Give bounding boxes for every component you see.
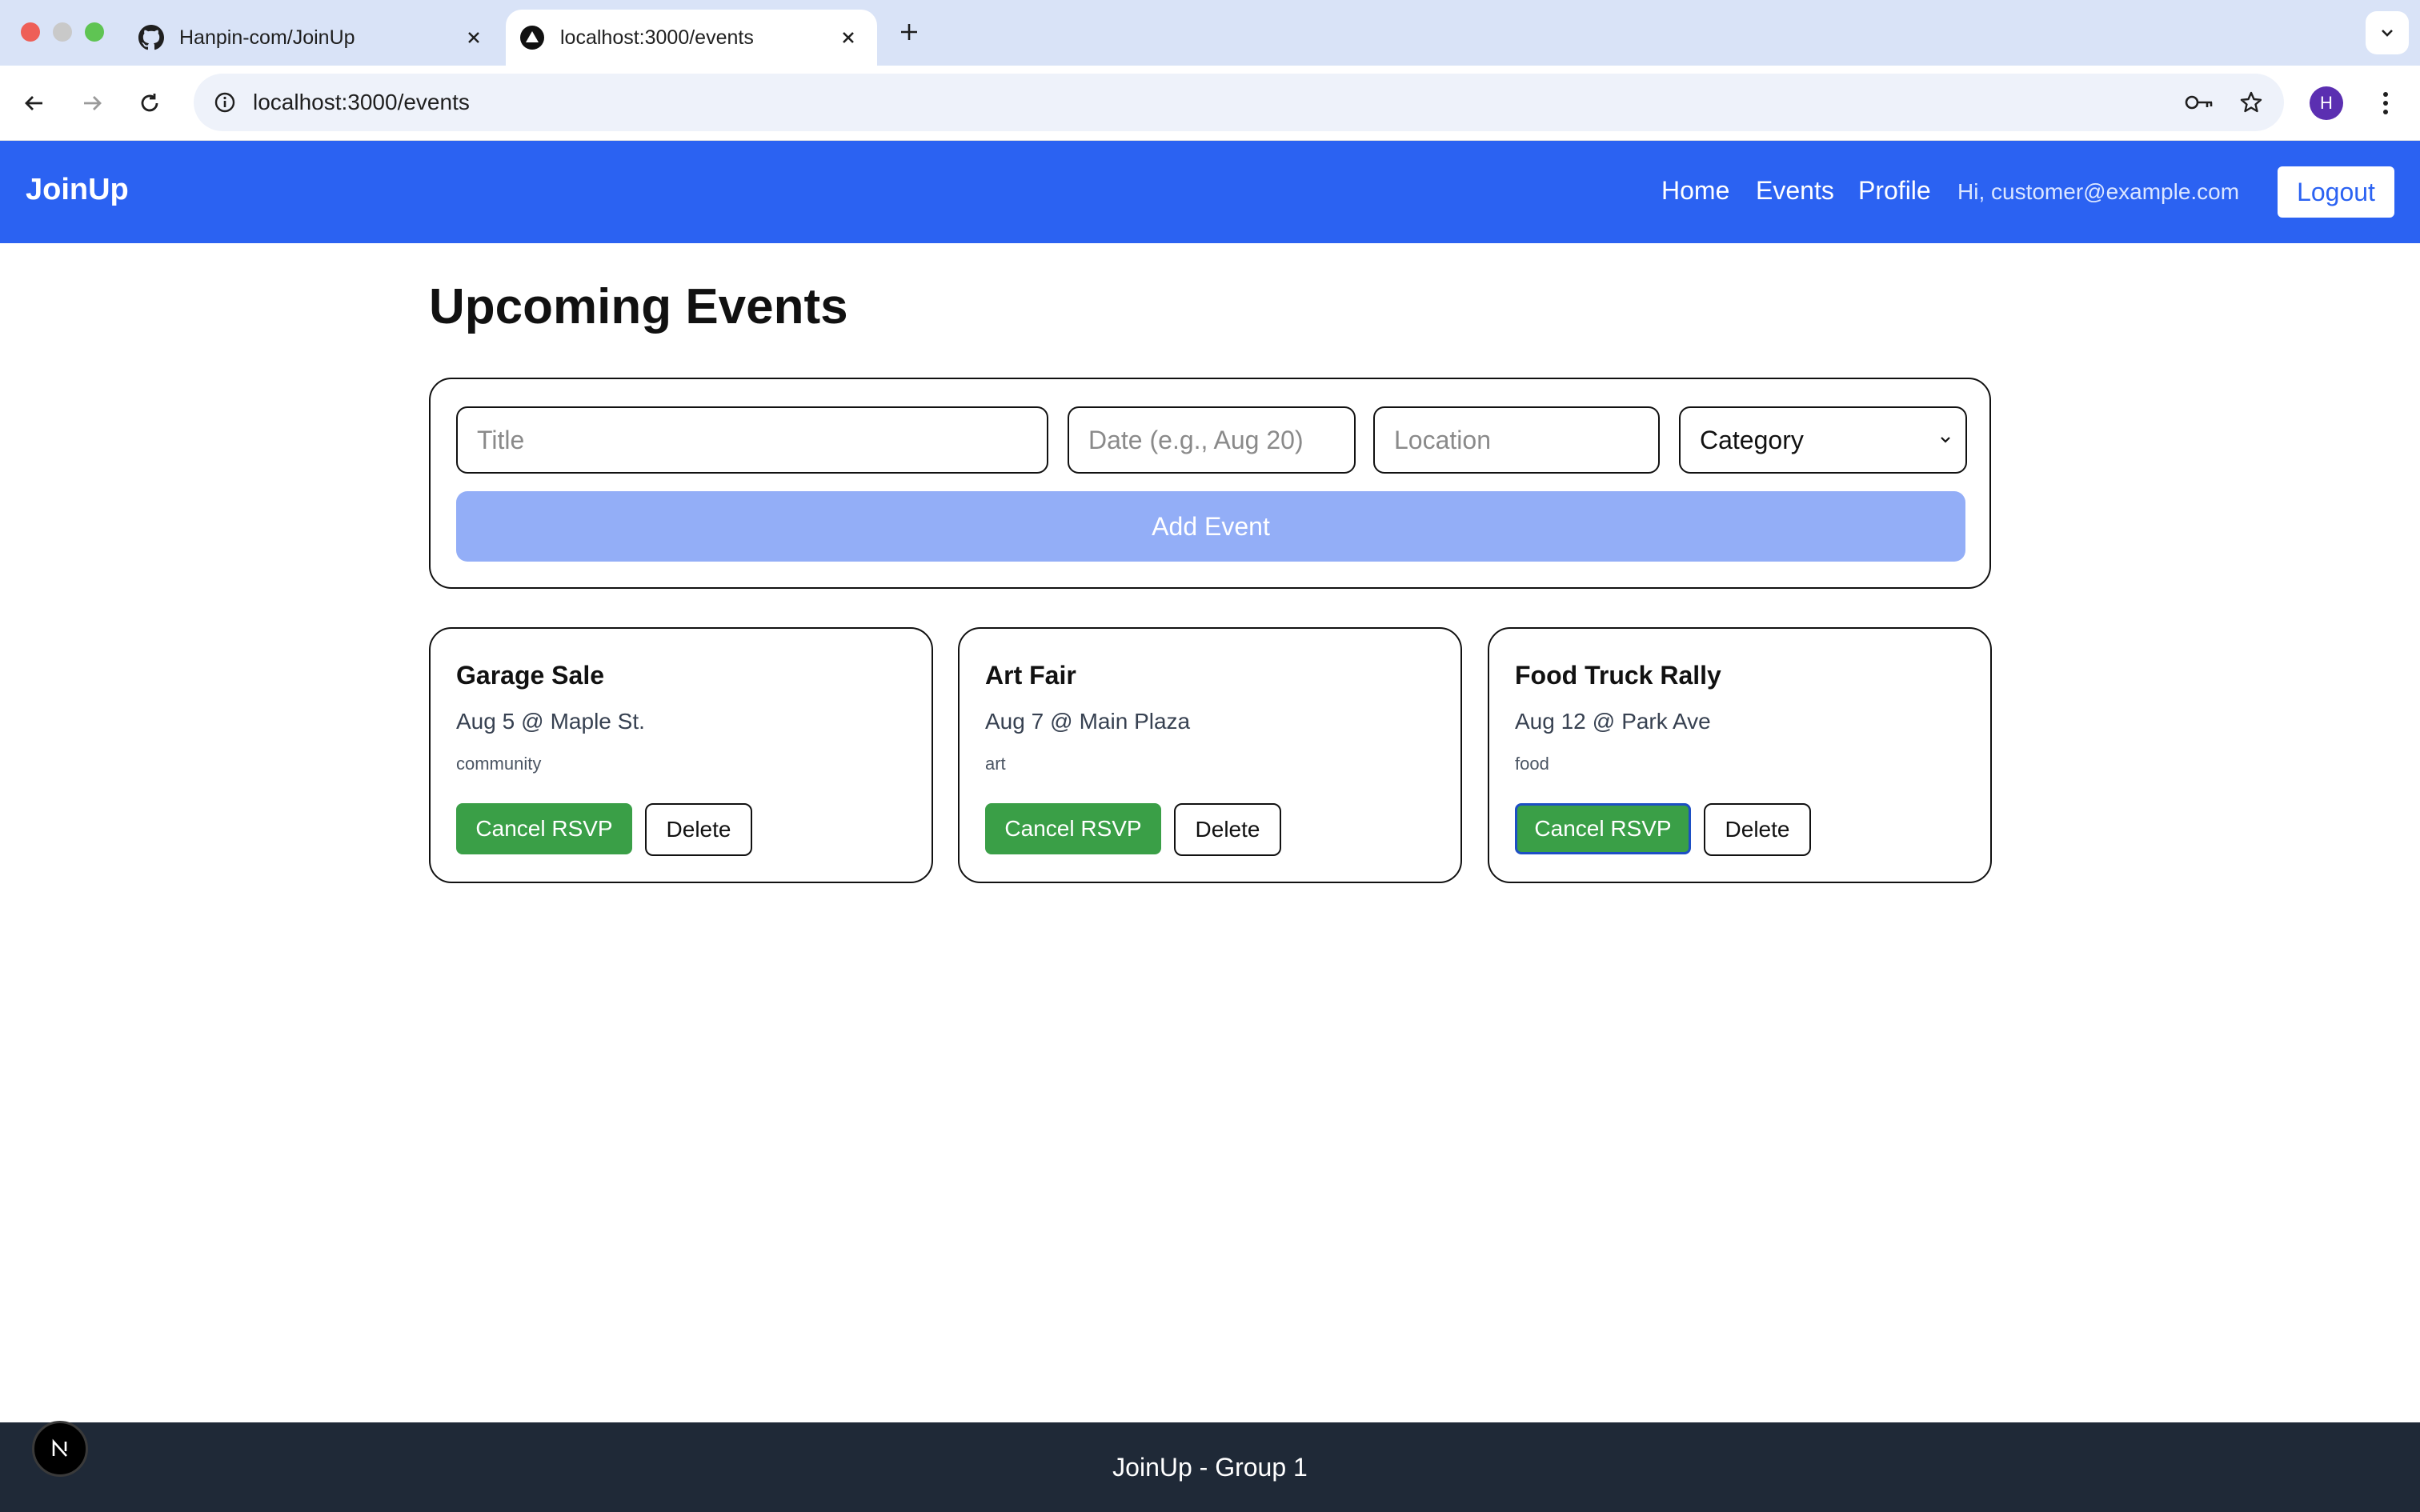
url-text: localhost:3000/events (253, 90, 470, 114)
add-event-form: Title Date (e.g., Aug 20) Location Categ… (429, 378, 1991, 589)
add-event-button[interactable]: Add Event (456, 491, 1965, 562)
event-title: Garage Sale (456, 661, 604, 690)
close-window-button[interactable] (21, 22, 40, 42)
github-icon (138, 24, 165, 51)
browser-menu-icon[interactable] (2367, 83, 2404, 123)
category-select-value: Category (1700, 425, 1804, 454)
delete-event-button[interactable]: Delete (645, 803, 752, 856)
browser-toolbar: localhost:3000/events (0, 66, 2420, 141)
back-arrow-icon[interactable] (16, 85, 53, 122)
app-footer: JoinUp - Group 1 (0, 1422, 2420, 1512)
event-date-location: Aug 7 @ Main Plaza (985, 709, 1191, 734)
close-tab-icon[interactable] (458, 22, 490, 54)
nav-profile-link[interactable]: Profile (1858, 176, 1931, 206)
site-info-icon[interactable] (206, 84, 243, 121)
new-tab-icon[interactable] (893, 16, 925, 48)
delete-event-button[interactable]: Delete (1174, 803, 1281, 856)
date-input[interactable]: Date (e.g., Aug 20) (1068, 406, 1356, 474)
event-card: Garage Sale Aug 5 @ Maple St. community Ca… (429, 627, 933, 883)
event-title: Food Truck Rally (1515, 661, 1721, 690)
cancel-rsvp-button[interactable]: Cancel RSVP (456, 803, 632, 854)
user-greeting: Hi, customer@example.com (1957, 179, 2240, 204)
cancel-rsvp-button[interactable]: Cancel RSVP (985, 803, 1161, 854)
close-tab-icon[interactable] (832, 22, 864, 54)
nextjs-n-logo (52, 1438, 67, 1457)
cancel-rsvp-button[interactable]: Cancel RSVP (1515, 803, 1691, 854)
event-card: Food Truck Rally Aug 12 @ Park Ave food Ca… (1488, 627, 1992, 883)
address-bar[interactable]: localhost:3000/events (194, 74, 2284, 131)
tab-search-chevron-icon[interactable] (2366, 11, 2409, 54)
app-header: JoinUp Home Events Profile Hi, customer@… (0, 141, 2420, 243)
password-key-icon[interactable] (2182, 84, 2218, 121)
location-input[interactable]: Location (1373, 406, 1660, 474)
page-title: Upcoming Events (429, 279, 848, 334)
event-category: food (1515, 754, 1549, 774)
nextjs-dev-indicator-icon[interactable] (32, 1421, 88, 1477)
delete-event-button[interactable]: Delete (1704, 803, 1811, 856)
browser-tab-github[interactable]: Hanpin-com/JoinUp (120, 10, 503, 66)
brand-logo[interactable]: JoinUp (26, 173, 129, 207)
bookmark-star-icon[interactable] (2233, 84, 2270, 121)
event-category: art (985, 754, 1006, 774)
tab-title: Hanpin-com/JoinUp (179, 26, 355, 49)
browser-tab-events[interactable]: localhost:3000/events (506, 10, 877, 66)
logout-button[interactable]: Logout (2278, 166, 2394, 218)
minimize-window-button[interactable] (53, 22, 72, 42)
tab-title: localhost:3000/events (560, 26, 754, 49)
nav-home-link[interactable]: Home (1661, 176, 1729, 206)
reload-icon[interactable] (131, 85, 168, 122)
nextjs-triangle-icon (519, 24, 546, 51)
footer-text: JoinUp - Group 1 (1112, 1452, 1308, 1482)
event-date-location: Aug 5 @ Maple St. (456, 709, 645, 734)
title-input[interactable]: Title (456, 406, 1048, 474)
event-date-location: Aug 12 @ Park Ave (1515, 709, 1711, 734)
category-select[interactable]: Category (1679, 406, 1967, 474)
forward-arrow-icon[interactable] (74, 85, 110, 122)
profile-avatar[interactable]: H (2310, 86, 2343, 120)
event-title: Art Fair (985, 661, 1076, 690)
maximize-window-button[interactable] (85, 22, 104, 42)
event-category: community (456, 754, 542, 774)
event-card: Art Fair Aug 7 @ Main Plaza art Cancel RSV… (958, 627, 1462, 883)
chevron-down-icon (1941, 437, 1950, 443)
browser-tab-bar: Hanpin-com/JoinUp localhost:3000/events (0, 0, 2420, 66)
nav-events-link[interactable]: Events (1756, 176, 1834, 206)
